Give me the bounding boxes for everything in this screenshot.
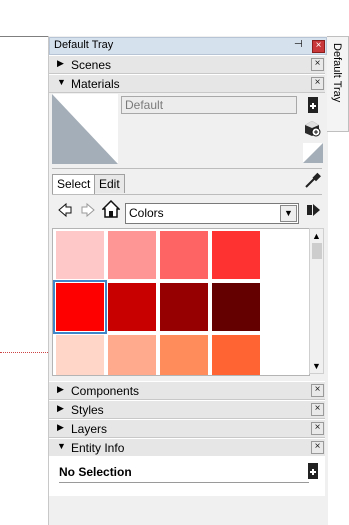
color-swatch[interactable] <box>212 231 260 279</box>
color-swatch[interactable] <box>108 231 156 279</box>
material-tabs: Select Edit <box>52 174 322 195</box>
sample-paint-icon[interactable] <box>303 143 323 166</box>
side-tab-label: Default Tray <box>331 43 343 103</box>
back-arrow-icon[interactable] <box>57 202 73 221</box>
material-preview <box>52 94 118 164</box>
color-swatch[interactable] <box>108 283 156 331</box>
section-entity-info[interactable]: ▼ Entity Info × <box>49 438 325 457</box>
section-label: Components <box>71 384 140 398</box>
selection-status: No Selection <box>59 465 132 479</box>
section-styles[interactable]: ▶ Styles × <box>49 400 325 419</box>
close-section-button[interactable]: × <box>311 384 324 397</box>
forward-arrow-icon[interactable] <box>80 202 96 221</box>
guide-dotted-line <box>0 352 48 353</box>
selection-underline <box>59 482 309 483</box>
tabs-baseline <box>52 194 322 195</box>
tray-close-button[interactable]: × <box>312 40 325 53</box>
section-materials[interactable]: ▼ Materials × <box>49 74 325 93</box>
tray-title-bar[interactable]: Default Tray ⊣ × <box>49 37 327 55</box>
material-name-field[interactable]: Default <box>121 96 297 114</box>
library-select-value: Colors <box>129 206 164 220</box>
section-label: Styles <box>71 403 104 417</box>
tray-title: Default Tray <box>54 39 114 51</box>
scroll-down-icon[interactable]: ▼ <box>312 361 321 371</box>
tab-edit[interactable]: Edit <box>94 174 125 193</box>
divider <box>52 168 322 169</box>
section-layers[interactable]: ▶ Layers × <box>49 419 325 438</box>
section-label: Entity Info <box>71 441 125 455</box>
section-components[interactable]: ▶ Components × <box>49 381 325 400</box>
section-scenes[interactable]: ▶ Scenes × <box>49 55 325 74</box>
swatch-scrollbar[interactable]: ▲ ▼ <box>309 228 324 374</box>
color-swatch[interactable] <box>53 280 107 334</box>
close-section-button[interactable]: × <box>311 58 324 71</box>
close-section-button[interactable]: × <box>311 441 324 454</box>
close-section-button[interactable]: × <box>311 403 324 416</box>
display-secondary-selection-icon[interactable] <box>307 462 319 483</box>
expand-arrow-icon: ▶ <box>57 422 64 432</box>
expand-arrow-icon: ▶ <box>57 403 64 413</box>
color-swatch[interactable] <box>56 231 104 279</box>
collapse-arrow-icon: ▼ <box>57 77 66 87</box>
expand-arrow-icon: ▶ <box>57 384 64 394</box>
tab-select[interactable]: Select <box>52 174 96 195</box>
display-secondary-selection-icon[interactable] <box>307 96 319 117</box>
section-label: Materials <box>71 77 120 91</box>
color-swatch[interactable] <box>160 231 208 279</box>
pin-icon[interactable]: ⊣ <box>294 39 303 50</box>
close-section-button[interactable]: × <box>311 422 324 435</box>
eyedropper-icon[interactable] <box>303 172 321 193</box>
color-swatch[interactable] <box>160 335 208 375</box>
chevron-down-icon[interactable]: ▼ <box>280 205 297 222</box>
scroll-up-icon[interactable]: ▲ <box>312 231 321 241</box>
color-swatch[interactable] <box>212 283 260 331</box>
collapse-arrow-icon: ▼ <box>57 441 66 451</box>
color-swatch[interactable] <box>160 283 208 331</box>
canvas-edge-line <box>0 36 48 37</box>
create-material-icon[interactable] <box>303 119 321 140</box>
section-label: Layers <box>71 422 108 436</box>
library-select[interactable]: Colors ▼ <box>125 203 299 224</box>
color-swatch[interactable] <box>212 335 260 375</box>
color-swatch[interactable] <box>56 335 104 375</box>
entity-info-body: No Selection <box>49 456 325 496</box>
color-swatch[interactable] <box>108 335 156 375</box>
details-arrow-icon[interactable] <box>305 202 321 221</box>
material-name-placeholder: Default <box>125 98 164 112</box>
swatch-grid <box>52 228 310 376</box>
close-section-button[interactable]: × <box>311 77 324 90</box>
section-label: Scenes <box>71 58 112 72</box>
side-tab-default-tray[interactable]: Default Tray <box>327 36 349 132</box>
scroll-thumb[interactable] <box>312 243 322 259</box>
home-icon[interactable] <box>101 199 121 221</box>
expand-arrow-icon: ▶ <box>57 58 64 68</box>
